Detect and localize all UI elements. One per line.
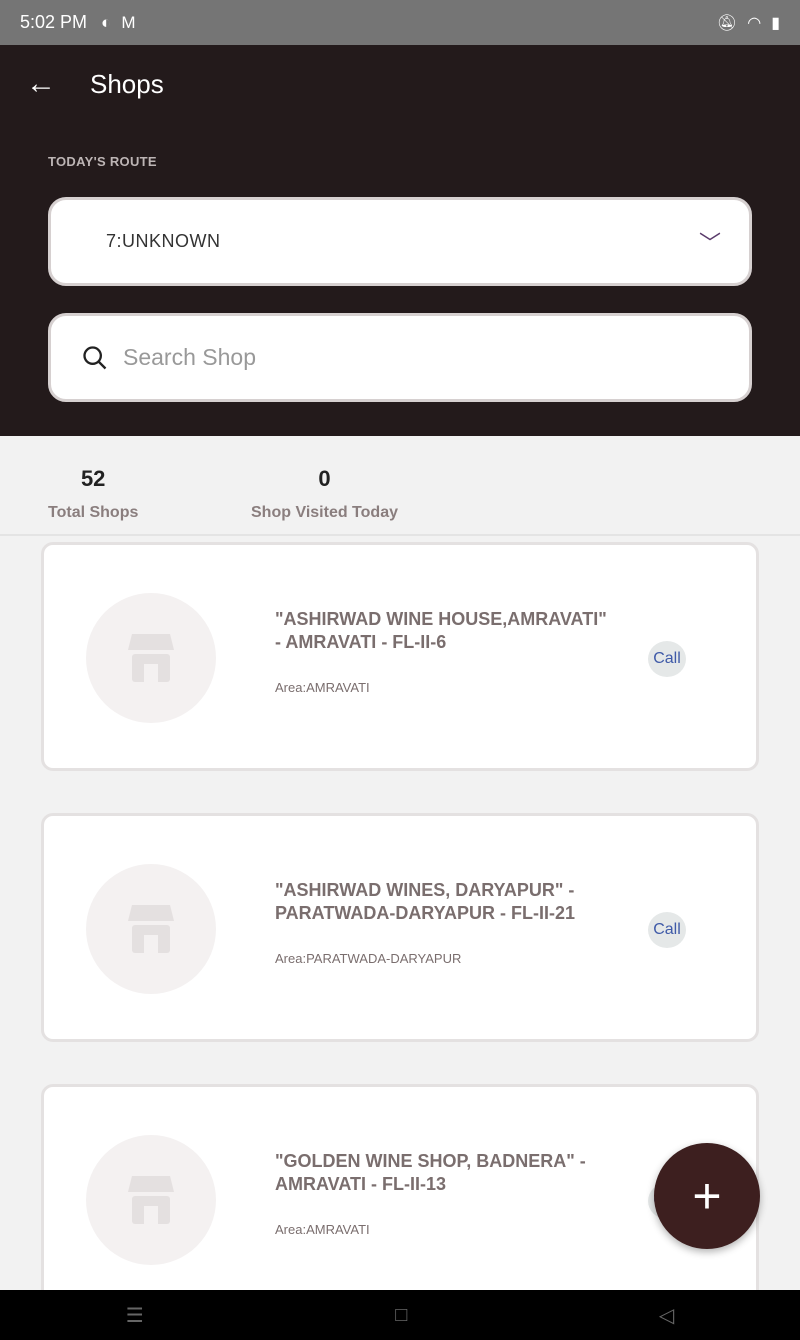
- shop-card[interactable]: "ASHIRWAD WINES, DARYAPUR" - PARATWADA-D…: [41, 813, 759, 1042]
- battery-icon: ▮: [771, 14, 780, 32]
- shop-avatar: [86, 593, 216, 723]
- route-value: 7:UNKNOWN: [106, 231, 221, 251]
- store-icon: [128, 1176, 174, 1224]
- search-field: [48, 313, 752, 402]
- arrow-left-icon[interactable]: ←: [26, 67, 56, 101]
- p-app-icon: ◐: [101, 12, 112, 32]
- shop-area: Area:AMRAVATI: [275, 1222, 370, 1237]
- visited-stat: 0 Shop Visited Today: [251, 466, 398, 522]
- route-label: TODAY'S ROUTE: [48, 154, 157, 169]
- shop-name: "ASHIRWAD WINE HOUSE,AMRAVATI" - AMRAVAT…: [275, 609, 607, 652]
- add-shop-button[interactable]: +: [654, 1143, 760, 1249]
- shop-area: Area:AMRAVATI: [275, 680, 370, 695]
- shop-card[interactable]: "ASHIRWAD WINE HOUSE,AMRAVATI" - AMRAVAT…: [41, 542, 759, 771]
- home-icon[interactable]: □: [395, 1304, 407, 1327]
- call-button[interactable]: Call: [648, 912, 686, 948]
- back-nav-icon[interactable]: ◁: [659, 1303, 674, 1328]
- route-dropdown[interactable]: 7:UNKNOWN ﹀: [48, 197, 752, 286]
- search-icon: [83, 345, 107, 369]
- store-icon: [128, 634, 174, 682]
- app-header: ← Shops TODAY'S ROUTE 7:UNKNOWN ﹀: [0, 45, 800, 436]
- plus-icon: +: [692, 1168, 722, 1224]
- visited-count: 0: [318, 466, 331, 491]
- total-shops-label: Total Shops: [48, 504, 139, 521]
- wifi-icon: ◠: [747, 14, 762, 32]
- chevron-down-icon: ﹀: [698, 230, 721, 256]
- shop-area: Area:PARATWADA-DARYAPUR: [275, 951, 462, 966]
- shop-avatar: [86, 864, 216, 994]
- recents-icon[interactable]: ☰: [126, 1303, 144, 1328]
- page-title: Shops: [90, 69, 164, 99]
- status-bar: 5:02 PM ◐ M 🔕︎ ◠ ▮: [0, 0, 800, 45]
- call-button[interactable]: Call: [648, 641, 686, 677]
- shop-name: "GOLDEN WINE SHOP, BADNERA" - AMRAVATI -…: [275, 1151, 586, 1194]
- stats-bar: 52 Total Shops 0 Shop Visited Today: [0, 436, 800, 536]
- store-icon: [128, 905, 174, 953]
- total-shops-stat: 52 Total Shops: [48, 466, 138, 522]
- system-nav-bar: ☰ □ ◁: [0, 1290, 800, 1340]
- status-time: 5:02 PM: [20, 12, 88, 32]
- shop-avatar: [86, 1135, 216, 1265]
- gmail-icon: M: [121, 12, 136, 32]
- notifications-off-icon: 🔕︎: [716, 14, 738, 32]
- total-shops-count: 52: [80, 466, 106, 491]
- shop-name: "ASHIRWAD WINES, DARYAPUR" - PARATWADA-D…: [275, 880, 575, 923]
- search-input[interactable]: [123, 344, 623, 371]
- shop-card[interactable]: "GOLDEN WINE SHOP, BADNERA" - AMRAVATI -…: [41, 1084, 759, 1313]
- visited-label: Shop Visited Today: [251, 504, 398, 521]
